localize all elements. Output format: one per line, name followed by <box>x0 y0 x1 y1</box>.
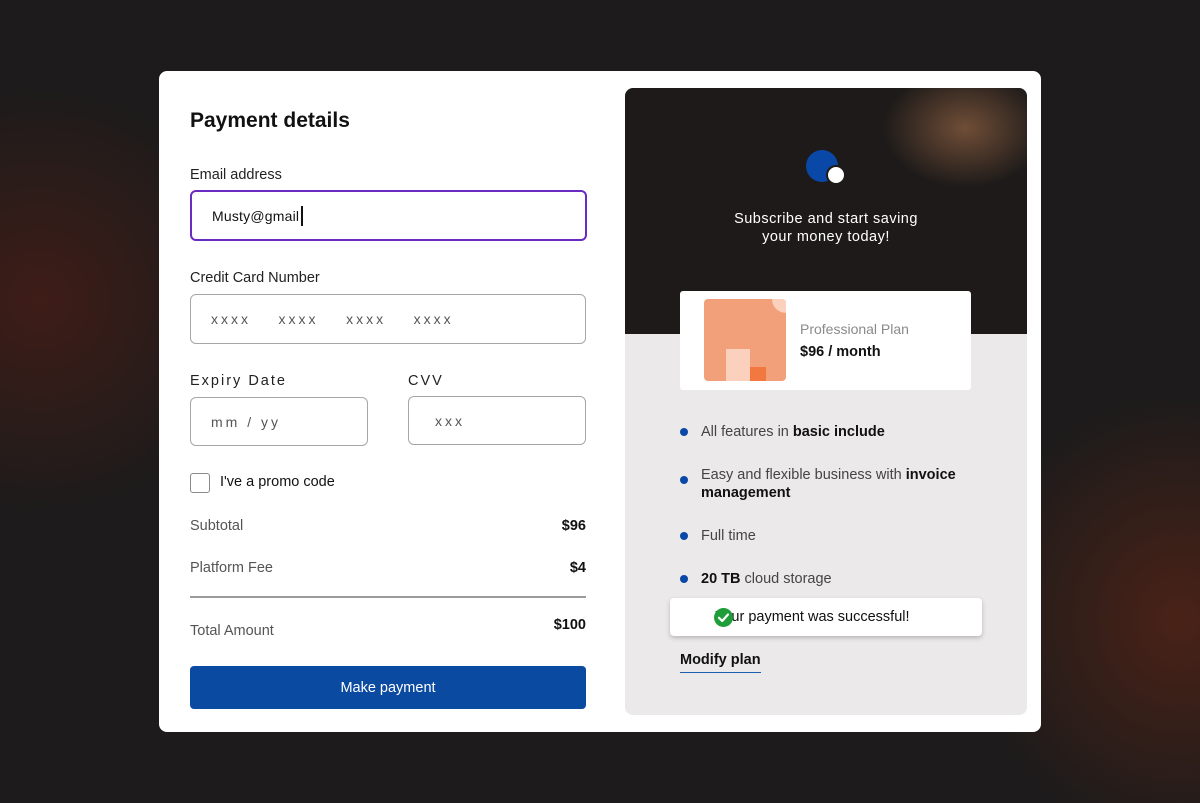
feature-text: All features in <box>701 424 793 440</box>
cvv-label: CVV <box>408 373 444 389</box>
bullet-icon <box>680 532 688 540</box>
cvv-placeholder: xxx <box>435 412 465 429</box>
subtotal-label: Subtotal <box>190 518 244 534</box>
email-value: Musty@gmail <box>212 207 300 224</box>
payment-card: Payment details Email address Musty@gmai… <box>159 71 1041 732</box>
totals-divider <box>190 596 586 598</box>
promo-label[interactable]: I've a promo code <box>220 474 335 490</box>
subtotal-value: $96 <box>561 518 586 534</box>
brand-logo-icon <box>806 150 846 190</box>
card-number-label: Credit Card Number <box>190 270 320 286</box>
fee-label: Platform Fee <box>190 560 273 576</box>
make-payment-button[interactable]: Make payment <box>190 666 586 709</box>
tagline: Subscribe and start saving your money to… <box>625 210 1027 246</box>
payment-form: Payment details Email address Musty@gmai… <box>190 71 587 732</box>
promo-checkbox[interactable] <box>190 473 210 493</box>
expiry-field[interactable]: mm / yy <box>190 397 368 446</box>
feature-item: All features in basic include <box>680 423 980 441</box>
plan-illustration <box>704 299 786 381</box>
feature-bold: 20 TB <box>701 571 741 587</box>
plan-price: $96 / month <box>800 344 881 360</box>
subtotal-row: Subtotal $96 <box>190 518 586 534</box>
toast-message: Your payment was successful! <box>715 609 910 625</box>
feature-bold: basic include <box>792 424 885 440</box>
tagline-line-2: your money today! <box>762 229 890 245</box>
feature-item: Easy and flexible business with invoice … <box>680 466 980 502</box>
feature-item: Full time <box>680 527 980 545</box>
bullet-icon <box>680 575 688 583</box>
card-number-placeholder: xxxx xxxx xxxx xxxx <box>211 311 454 327</box>
total-value: $100 <box>553 617 586 633</box>
plan-name: Professional Plan <box>800 321 909 337</box>
checkmark-circle-icon <box>714 608 733 627</box>
feature-text: cloud storage <box>740 571 832 587</box>
email-label: Email address <box>190 167 282 183</box>
email-field[interactable]: Musty@gmail <box>190 190 587 241</box>
total-row: Total Amount $100 <box>190 617 586 639</box>
modify-plan-link[interactable]: Modify plan <box>680 652 761 673</box>
success-toast: Your payment was successful! <box>670 598 982 636</box>
text-caret <box>301 205 303 226</box>
expiry-label: Expiry Date <box>190 373 287 389</box>
feature-text: Easy and flexible business with <box>701 467 906 483</box>
feature-item: 20 TB cloud storage <box>680 570 980 588</box>
fee-value: $4 <box>569 560 586 576</box>
plan-card[interactable]: Professional Plan $96 / month <box>680 291 971 390</box>
feature-text: Full time <box>701 528 756 544</box>
subscription-summary: Subscribe and start saving your money to… <box>625 88 1027 715</box>
tagline-line-1: Subscribe and start saving <box>734 211 918 227</box>
total-label: Total Amount <box>190 623 274 639</box>
fee-row: Platform Fee $4 <box>190 560 586 576</box>
card-number-field[interactable]: xxxx xxxx xxxx xxxx <box>190 294 586 344</box>
page-title: Payment details <box>190 109 350 132</box>
bullet-icon <box>680 428 688 436</box>
bullet-icon <box>680 476 688 484</box>
expiry-placeholder: mm / yy <box>211 413 281 430</box>
cvv-field[interactable]: xxx <box>408 396 586 445</box>
